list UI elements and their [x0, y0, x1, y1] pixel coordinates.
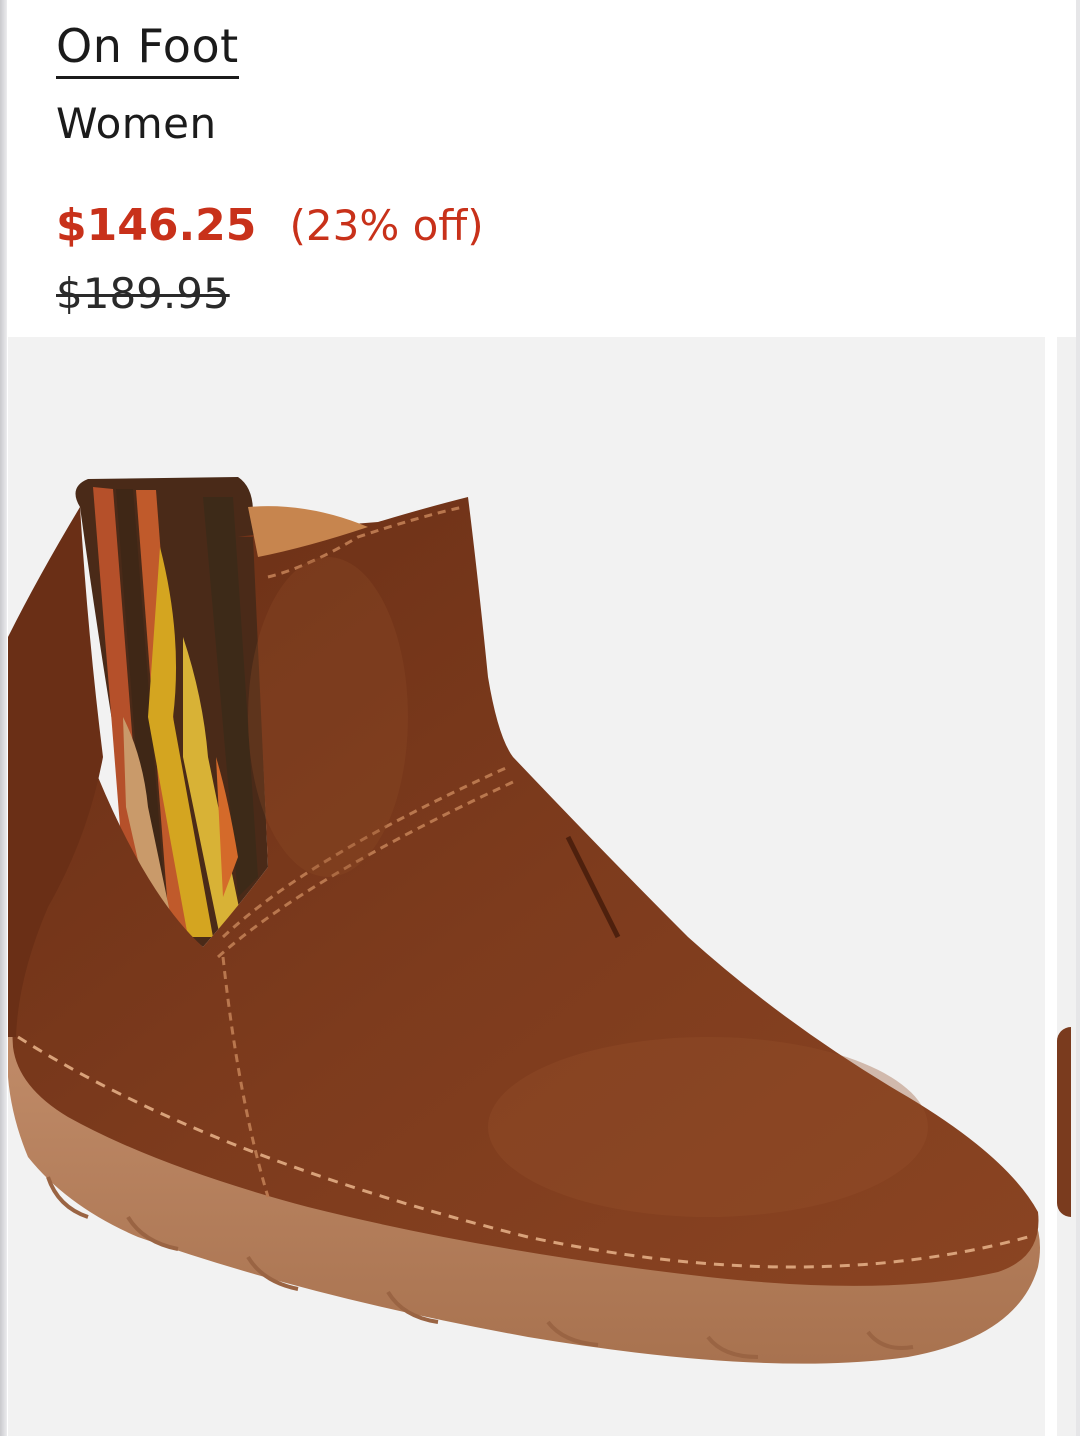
next-image-edge — [1057, 1027, 1071, 1217]
product-image-carousel[interactable] — [8, 337, 1045, 1436]
boot-product-image — [8, 477, 1041, 1364]
sale-price: $146.25 — [56, 200, 257, 251]
original-price: $189.95 — [56, 269, 230, 318]
price-row: $146.25 (23% off) — [56, 198, 484, 263]
next-image-preview[interactable] — [1057, 337, 1076, 1436]
product-category: Women — [56, 99, 217, 148]
product-header: On Foot Women $146.25 (23% off) $189.95 — [56, 0, 956, 330]
screen-edge-left — [0, 0, 7, 1436]
discount-label: (23% off) — [289, 201, 484, 250]
screen-edge-right — [1076, 0, 1080, 1436]
brand-link[interactable]: On Foot — [56, 18, 239, 79]
